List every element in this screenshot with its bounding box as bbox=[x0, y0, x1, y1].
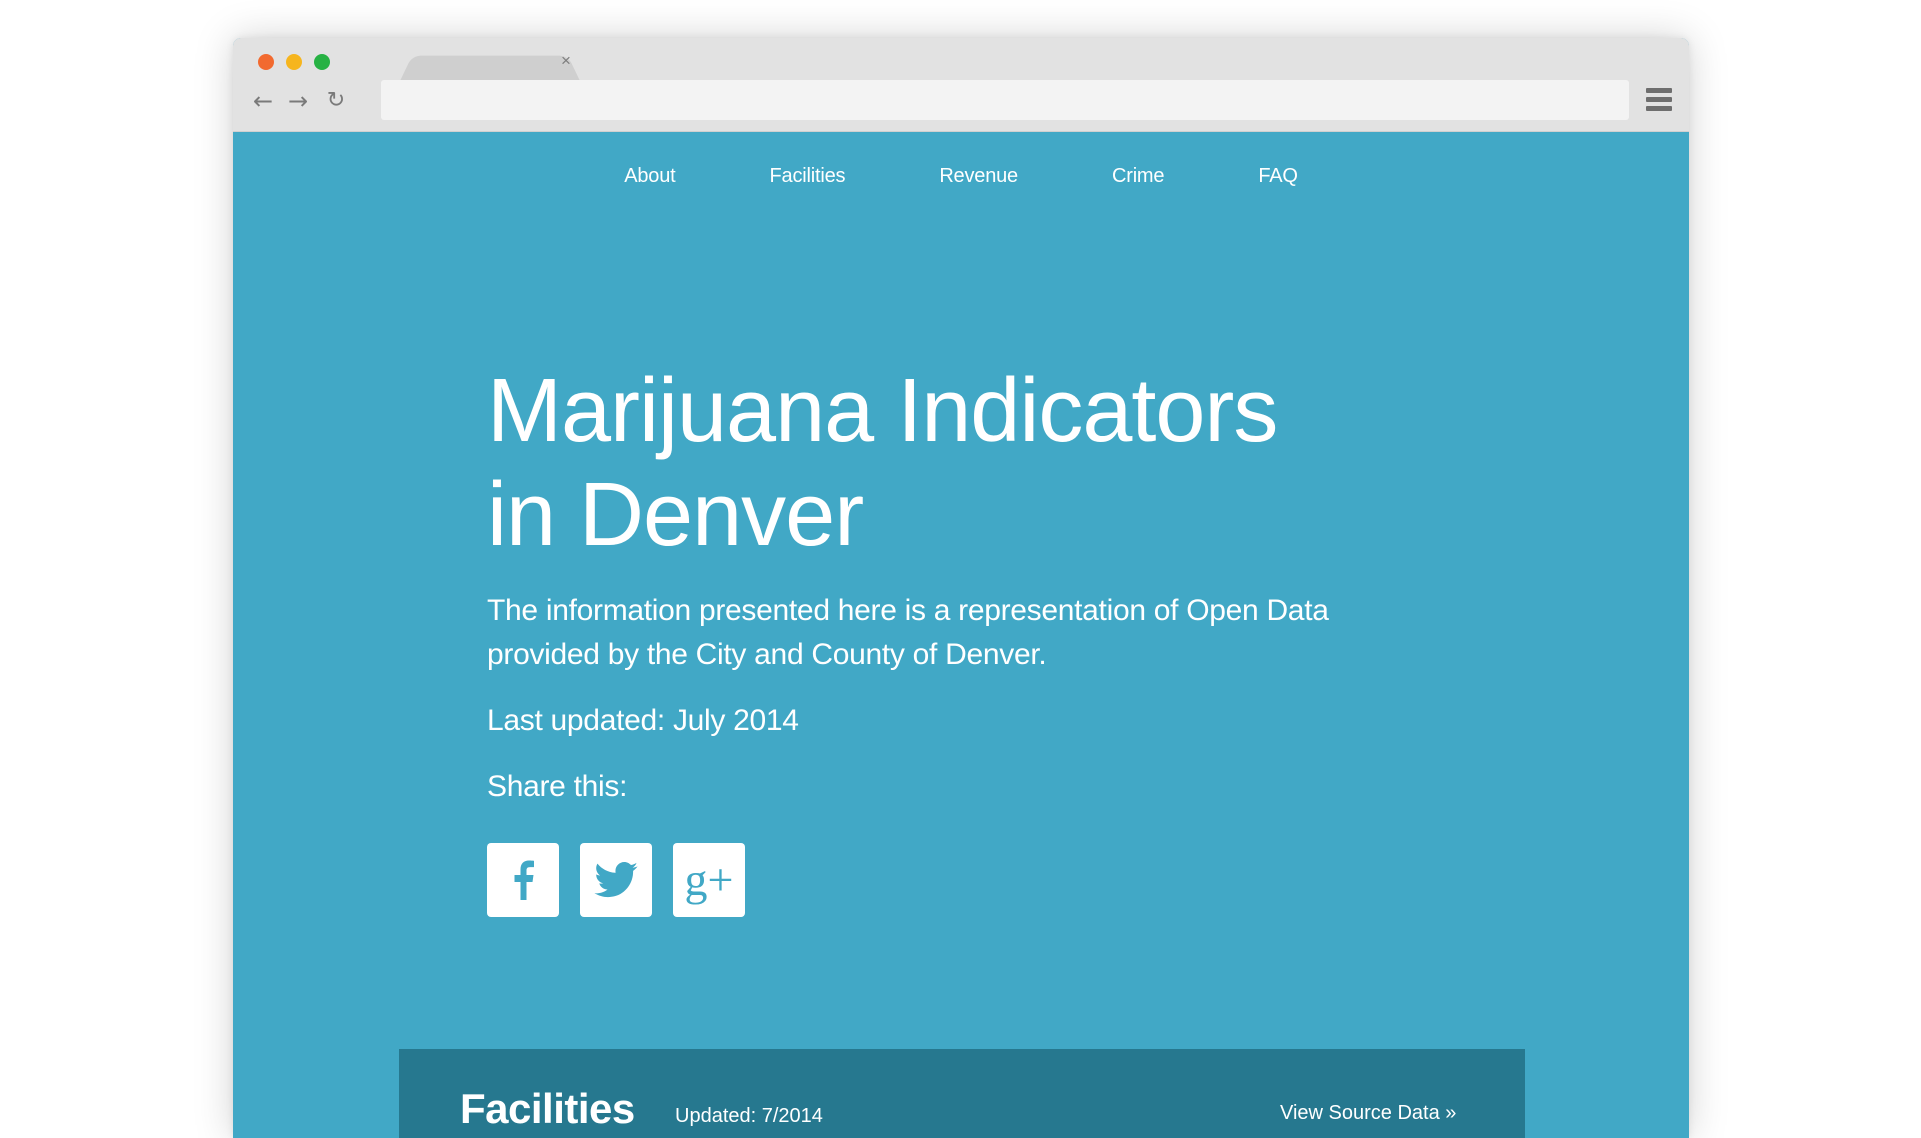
nav-link-faq[interactable]: FAQ bbox=[1258, 165, 1298, 188]
nav-link-crime[interactable]: Crime bbox=[1112, 165, 1165, 188]
share-label: Share this: bbox=[487, 770, 628, 803]
twitter-icon bbox=[594, 862, 638, 898]
close-window-button[interactable] bbox=[258, 54, 274, 70]
google-plus-icon: g+ bbox=[684, 854, 734, 905]
nav-link-revenue[interactable]: Revenue bbox=[939, 165, 1018, 188]
hamburger-menu-icon[interactable] bbox=[1646, 88, 1672, 112]
facilities-panel: Facilities Updated: 7/2014 View Source D… bbox=[399, 1049, 1525, 1138]
facilities-panel-title: Facilities bbox=[460, 1085, 635, 1132]
reload-icon[interactable]: ↻ bbox=[321, 86, 351, 116]
intro-description-line-2: provided by the City and County of Denve… bbox=[487, 638, 1047, 671]
top-navigation: About Facilities Revenue Crime FAQ bbox=[233, 165, 1689, 188]
twitter-share-button[interactable] bbox=[580, 843, 652, 917]
page-title-line-2: in Denver bbox=[487, 465, 864, 565]
maximize-window-button[interactable] bbox=[314, 54, 330, 70]
tab-close-icon[interactable]: × bbox=[557, 52, 575, 70]
forward-arrow-icon[interactable]: → bbox=[283, 86, 313, 116]
hero-section: Marijuana Indicators in Denver The infor… bbox=[487, 359, 1437, 917]
last-updated-text: Last updated: July 2014 bbox=[487, 704, 799, 737]
intro-description: The information presented here is a repr… bbox=[487, 589, 1437, 677]
browser-tab[interactable] bbox=[400, 55, 580, 81]
page-title: Marijuana Indicators in Denver bbox=[487, 359, 1437, 567]
social-share-buttons: g+ bbox=[487, 843, 1437, 917]
facebook-icon bbox=[514, 860, 534, 900]
browser-window: × ← → ↻ About Facilities Revenue Crime F… bbox=[233, 38, 1689, 1138]
browser-toolbar: × ← → ↻ bbox=[233, 38, 1689, 132]
view-source-data-link[interactable]: View Source Data » bbox=[1280, 1102, 1456, 1125]
facilities-updated-text: Updated: 7/2014 bbox=[675, 1105, 823, 1127]
google-plus-share-button[interactable]: g+ bbox=[673, 843, 745, 917]
address-bar[interactable] bbox=[381, 80, 1629, 120]
minimize-window-button[interactable] bbox=[286, 54, 302, 70]
nav-link-facilities[interactable]: Facilities bbox=[770, 165, 846, 188]
page-content: About Facilities Revenue Crime FAQ Marij… bbox=[233, 133, 1689, 1138]
nav-link-about[interactable]: About bbox=[624, 165, 675, 188]
back-arrow-icon[interactable]: ← bbox=[248, 86, 278, 116]
page-title-line-1: Marijuana Indicators bbox=[487, 361, 1278, 461]
intro-description-line-1: The information presented here is a repr… bbox=[487, 594, 1329, 627]
facebook-share-button[interactable] bbox=[487, 843, 559, 917]
